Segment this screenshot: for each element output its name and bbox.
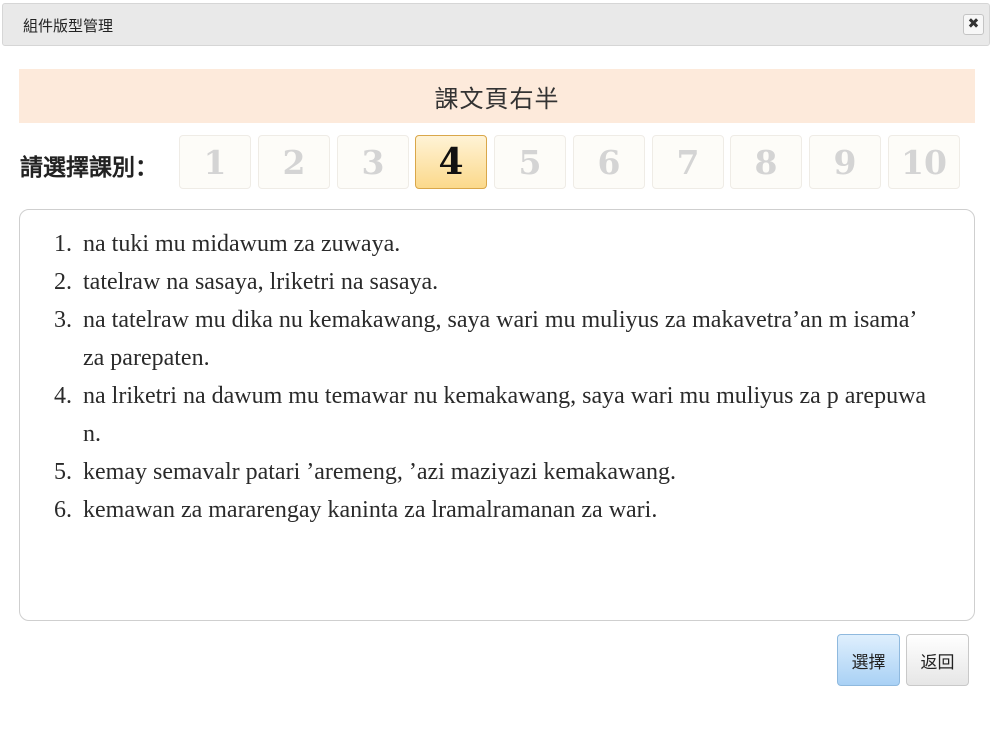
- section-heading-band: 課文頁右半: [19, 69, 975, 123]
- list-item: 3. na tatelraw mu dika nu kemakawang, sa…: [48, 301, 928, 377]
- line-number: 1.: [54, 231, 72, 257]
- dialog-titlebar: 組件版型管理 ✖: [2, 3, 990, 46]
- line-number: 4.: [54, 383, 72, 409]
- section-heading: 課文頁右半: [434, 84, 560, 113]
- list-item: 2. tatelraw na sasaya, lriketri na sasay…: [48, 263, 928, 301]
- lesson-text-list: 1. na tuki mu midawum za zuwaya. 2. tate…: [48, 225, 928, 529]
- lesson-selector-label: 請選擇課別：: [20, 155, 158, 181]
- line-text: na tatelraw mu dika nu kemakawang, saya …: [83, 307, 916, 371]
- lesson-text-panel: 1. na tuki mu midawum za zuwaya. 2. tate…: [19, 209, 975, 621]
- line-number: 3.: [54, 307, 72, 333]
- lesson-button-2[interactable]: 2: [258, 135, 330, 189]
- line-text: na lriketri na dawum mu temawar nu kemak…: [83, 383, 927, 447]
- list-item: 6. kemawan za mararengay kaninta za lram…: [48, 491, 928, 529]
- list-item: 1. na tuki mu midawum za zuwaya.: [48, 225, 928, 263]
- list-item: 5. kemay semavalr patari ’aremeng, ’azi …: [48, 453, 928, 491]
- lesson-button-5[interactable]: 5: [494, 135, 566, 189]
- lesson-button-1[interactable]: 1: [179, 135, 251, 189]
- select-button[interactable]: 選擇: [837, 634, 900, 686]
- lesson-button-9[interactable]: 9: [809, 135, 881, 189]
- line-number: 5.: [54, 459, 72, 485]
- line-number: 6.: [54, 497, 72, 523]
- line-text: tatelraw na sasaya, lriketri na sasaya.: [83, 269, 439, 295]
- lesson-button-8[interactable]: 8: [730, 135, 802, 189]
- dialog-title: 組件版型管理: [23, 17, 114, 35]
- lesson-button-4[interactable]: 4: [415, 135, 487, 189]
- line-text: kemawan za mararengay kaninta za lramalr…: [83, 497, 658, 523]
- lesson-button-3[interactable]: 3: [337, 135, 409, 189]
- lesson-button-10[interactable]: 10: [888, 135, 960, 189]
- line-text: na tuki mu midawum za zuwaya.: [83, 231, 401, 257]
- line-text: kemay semavalr patari ’aremeng, ’azi maz…: [83, 459, 677, 485]
- lesson-button-6[interactable]: 6: [573, 135, 645, 189]
- lesson-button-7[interactable]: 7: [652, 135, 724, 189]
- lesson-selector: 請選擇課別： 1 2 3 4 5 6 7 8 9 10: [20, 134, 976, 192]
- list-item: 4. na lriketri na dawum mu temawar nu ke…: [48, 377, 928, 453]
- line-number: 2.: [54, 269, 72, 295]
- back-button[interactable]: 返回: [906, 634, 969, 686]
- close-button[interactable]: ✖: [963, 14, 984, 35]
